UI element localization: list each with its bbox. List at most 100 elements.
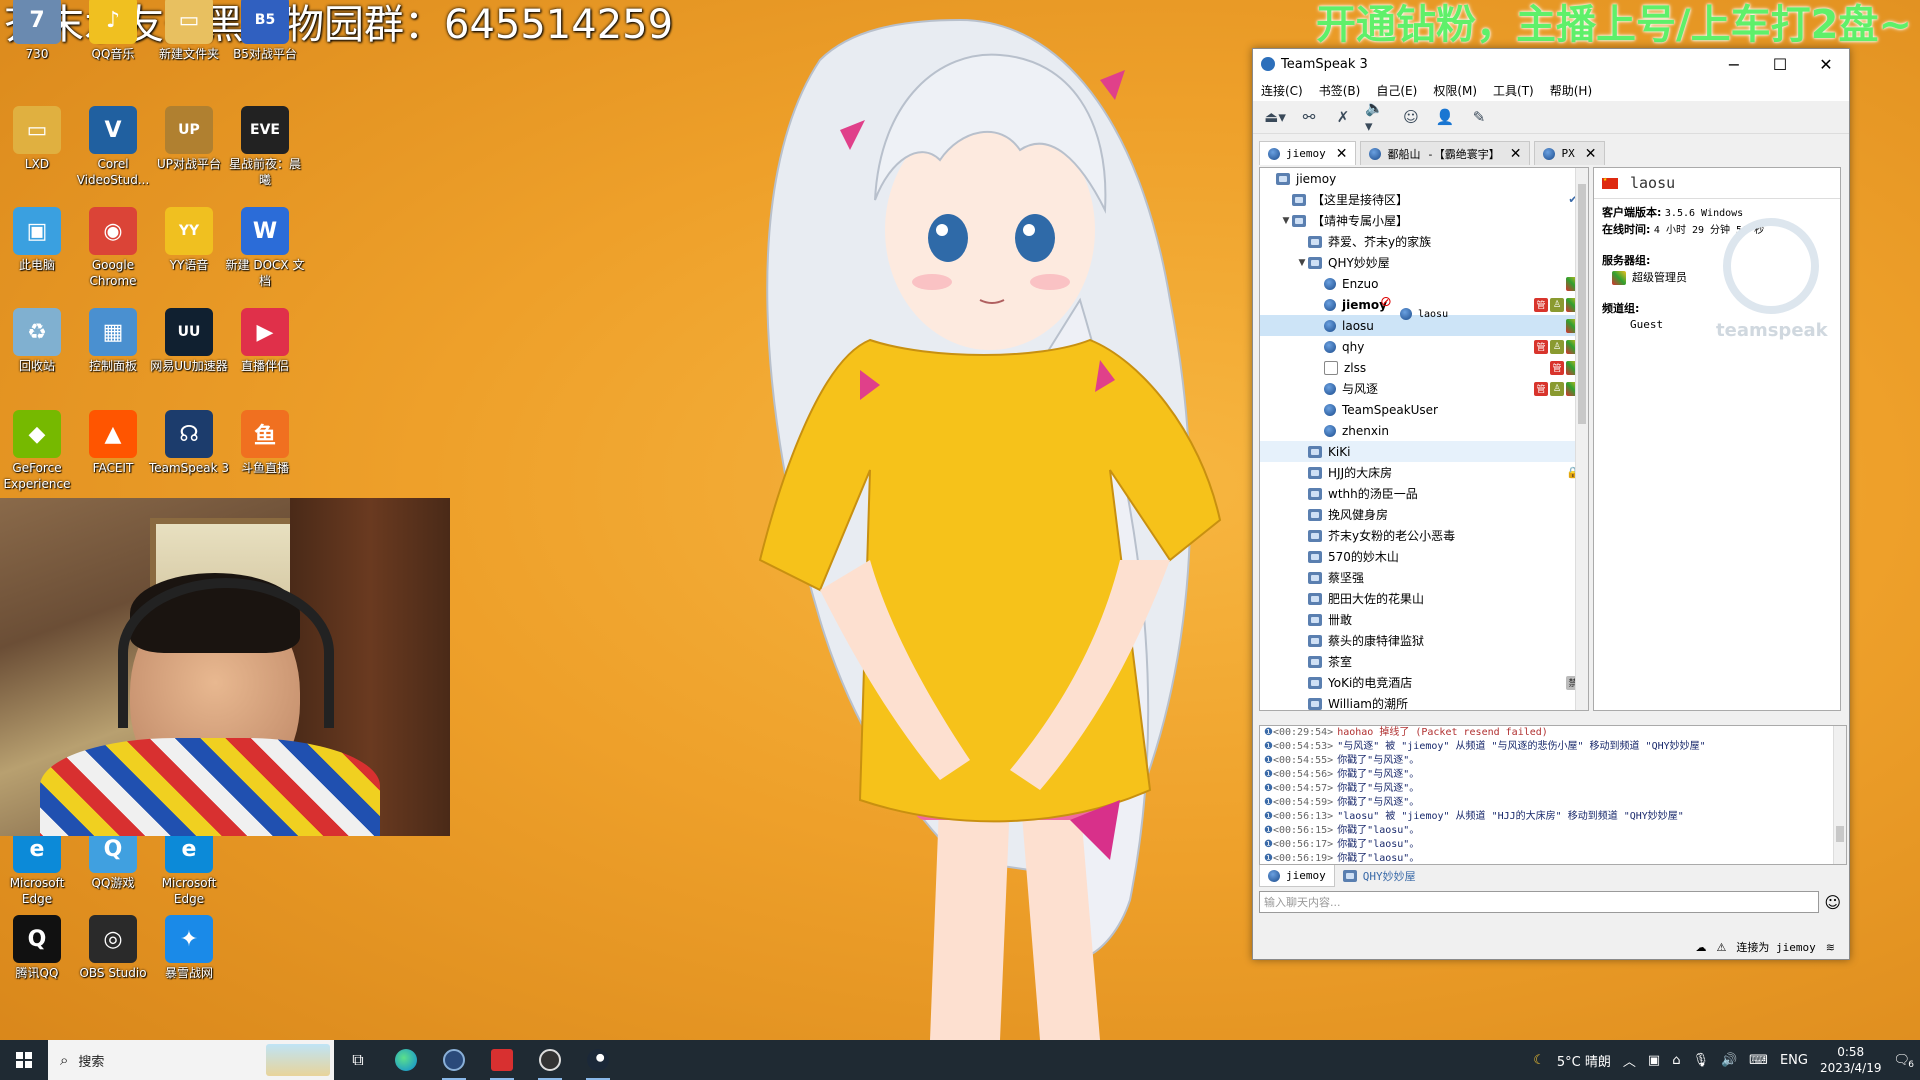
menu-item[interactable]: 连接(C)	[1261, 82, 1303, 99]
tray-app-icon[interactable]: ▣	[1648, 1053, 1660, 1068]
desktop-icon[interactable]: 鱼斗鱼直播	[224, 410, 306, 476]
close-tab-icon[interactable]: ✕	[1336, 146, 1348, 162]
volume-icon[interactable]: 🔊	[1721, 1053, 1737, 1068]
away-icon[interactable]: ☺	[1399, 106, 1423, 128]
channel-icon	[1308, 550, 1322, 563]
desktop-icon[interactable]: ▦ 控制面板	[72, 308, 154, 374]
close-button[interactable]: ✕	[1803, 55, 1849, 74]
tree-user[interactable]: TeamSpeakUser	[1260, 399, 1588, 420]
tree-user[interactable]: qhy 管 ♙	[1260, 336, 1588, 357]
expand-caret-icon[interactable]: ▼	[1280, 216, 1292, 226]
server-tab[interactable]: 鄱船山 -【霸绝寰宇】 ✕	[1360, 141, 1531, 165]
clock[interactable]: 0:58 2023/4/19	[1820, 1044, 1882, 1076]
desktop-icon[interactable]: ▣ 此电脑	[0, 207, 78, 273]
menu-item[interactable]: 权限(M)	[1433, 82, 1477, 99]
weather-text[interactable]: 5°C 晴朗	[1557, 1051, 1611, 1070]
microphone-icon[interactable]: 🎙	[1692, 1053, 1709, 1068]
menu-item[interactable]: 帮助(H)	[1550, 82, 1592, 99]
chat-tab[interactable]: jiemoy	[1259, 865, 1335, 887]
tree-user[interactable]: Enzuo	[1260, 273, 1588, 294]
log-scrollbar[interactable]	[1833, 726, 1846, 864]
obs-taskbar-icon[interactable]	[526, 1040, 574, 1080]
notification-icon[interactable]: 🗨 6	[1893, 1053, 1914, 1070]
tree-user[interactable]: 与风逐 管 ♙	[1260, 378, 1588, 399]
desktop-icon[interactable]: ✦ 暴雪战网	[148, 915, 230, 981]
desktop-icon[interactable]: ▭ 新建文件夹	[148, 0, 230, 62]
desktop-icon[interactable]: B5 B5对战平台	[224, 0, 306, 62]
mute-mic-icon[interactable]: ✗	[1331, 106, 1355, 128]
desktop-icon[interactable]: UP UP对战平台	[148, 106, 230, 172]
tree-channel[interactable]: 卌敢	[1260, 609, 1588, 630]
desktop-icon[interactable]: ▭ LXD	[0, 106, 78, 172]
desktop-icon[interactable]: W 新建 DOCX 文档	[224, 207, 306, 289]
language-indicator[interactable]: ENG	[1780, 1053, 1808, 1068]
start-button[interactable]	[0, 1040, 48, 1080]
chat-input[interactable]: 输入聊天内容...	[1259, 891, 1819, 913]
menu-item[interactable]: 工具(T)	[1493, 82, 1534, 99]
network-icon[interactable]: ⌂	[1672, 1053, 1680, 1068]
desktop-icon[interactable]: ◆ GeForce Experience	[0, 410, 78, 492]
minimize-button[interactable]: −	[1711, 55, 1757, 74]
task-view-icon[interactable]: ⧉	[334, 1040, 382, 1080]
disconnect-icon[interactable]: ⚯	[1297, 106, 1321, 128]
desktop-icon[interactable]: 7 730	[0, 0, 78, 62]
desktop-icon[interactable]: YY YY语音	[148, 207, 230, 273]
tree-server[interactable]: jiemoy	[1260, 168, 1588, 189]
taskbar-search[interactable]: ⌕ 搜索	[48, 1040, 334, 1080]
desktop-icon[interactable]: EVE 星战前夜：晨曦	[224, 106, 306, 188]
menu-item[interactable]: 书签(B)	[1319, 82, 1361, 99]
tree-scrollbar[interactable]	[1575, 168, 1588, 710]
tree-channel[interactable]: 茶室	[1260, 651, 1588, 672]
tree-channel[interactable]: 肥田大佐的花果山	[1260, 588, 1588, 609]
tree-channel[interactable]: 芥末y女粉的老公小恶毒	[1260, 525, 1588, 546]
desktop-icon[interactable]: e Microsoft Edge	[0, 825, 78, 907]
tree-channel[interactable]: 570的妙木山	[1260, 546, 1588, 567]
contacts-icon[interactable]: 👤	[1433, 106, 1457, 128]
desktop-icon[interactable]: ◎ OBS Studio	[72, 915, 154, 981]
desktop-icon[interactable]: ☊ TeamSpeak 3	[148, 410, 230, 476]
tree-user[interactable]: zlss 管	[1260, 357, 1588, 378]
tree-channel[interactable]: wthh的汤臣一品	[1260, 483, 1588, 504]
tree-channel[interactable]: 【这里是接待区】 ✔	[1260, 189, 1588, 210]
tree-channel[interactable]: William的潮所	[1260, 693, 1588, 710]
edge-taskbar-icon[interactable]	[382, 1040, 430, 1080]
tree-channel[interactable]: ▼ QHY妙妙屋	[1260, 252, 1588, 273]
tree-channel[interactable]: 挽风健身房	[1260, 504, 1588, 525]
desktop-icon[interactable]: e Microsoft Edge	[148, 825, 230, 907]
tree-channel[interactable]: ▼ 【靖神专属小屋】	[1260, 210, 1588, 231]
tree-channel[interactable]: HJJ的大床房 🔒	[1260, 462, 1588, 483]
menu-item[interactable]: 自己(E)	[1376, 82, 1417, 99]
wps-taskbar-icon[interactable]	[478, 1040, 526, 1080]
tree-channel[interactable]: 蔡头的康特律监狱	[1260, 630, 1588, 651]
server-tab[interactable]: PX ✕	[1534, 141, 1606, 165]
tree-user[interactable]: zhenxin	[1260, 420, 1588, 441]
tree-channel[interactable]: KiKi	[1260, 441, 1588, 462]
desktop-icon[interactable]: ◉ Google Chrome	[72, 207, 154, 289]
chat-tab[interactable]: QHY妙妙屋	[1335, 865, 1424, 887]
maximize-button[interactable]: ☐	[1757, 55, 1803, 74]
tray-chevron-icon[interactable]: ︿	[1623, 1051, 1636, 1070]
desktop-icon[interactable]: UU 网易UU加速器	[148, 308, 230, 374]
desktop-icon[interactable]: ▶ 直播伴侣	[224, 308, 306, 374]
desktop-icon[interactable]: Q 腾讯QQ	[0, 915, 78, 981]
tree-channel[interactable]: 莽爱、芥末y的家族	[1260, 231, 1588, 252]
desktop-icon[interactable]: ♻ 回收站	[0, 308, 78, 374]
close-tab-icon[interactable]: ✕	[1510, 146, 1522, 162]
server-tab[interactable]: jiemoy ✕	[1259, 141, 1357, 165]
tree-label: zhenxin	[1342, 423, 1389, 438]
tree-channel[interactable]: YoKi的电竞酒店禁	[1260, 672, 1588, 693]
close-tab-icon[interactable]: ✕	[1585, 146, 1597, 162]
expand-caret-icon[interactable]: ▼	[1296, 258, 1308, 268]
tree-channel[interactable]: 蔡坚强	[1260, 567, 1588, 588]
emoji-icon[interactable]: ☺	[1824, 893, 1841, 912]
mute-speaker-icon[interactable]: 🔈▾	[1365, 99, 1389, 135]
keyboard-icon[interactable]: ⌨	[1749, 1053, 1768, 1068]
desktop-icon[interactable]: ♪ QQ音乐	[72, 0, 154, 62]
connect-icon[interactable]: ⏏▾	[1263, 106, 1287, 128]
teamspeak-taskbar-icon[interactable]	[430, 1040, 478, 1080]
desktop-icon[interactable]: ▲ FACEIT	[72, 410, 154, 476]
steam-taskbar-icon[interactable]	[574, 1040, 622, 1080]
whisper-icon[interactable]: ✎	[1467, 106, 1491, 128]
desktop-icon[interactable]: V Corel VideoStud...	[72, 106, 154, 188]
ts-titlebar[interactable]: TeamSpeak 3 − ☐ ✕	[1253, 49, 1849, 79]
